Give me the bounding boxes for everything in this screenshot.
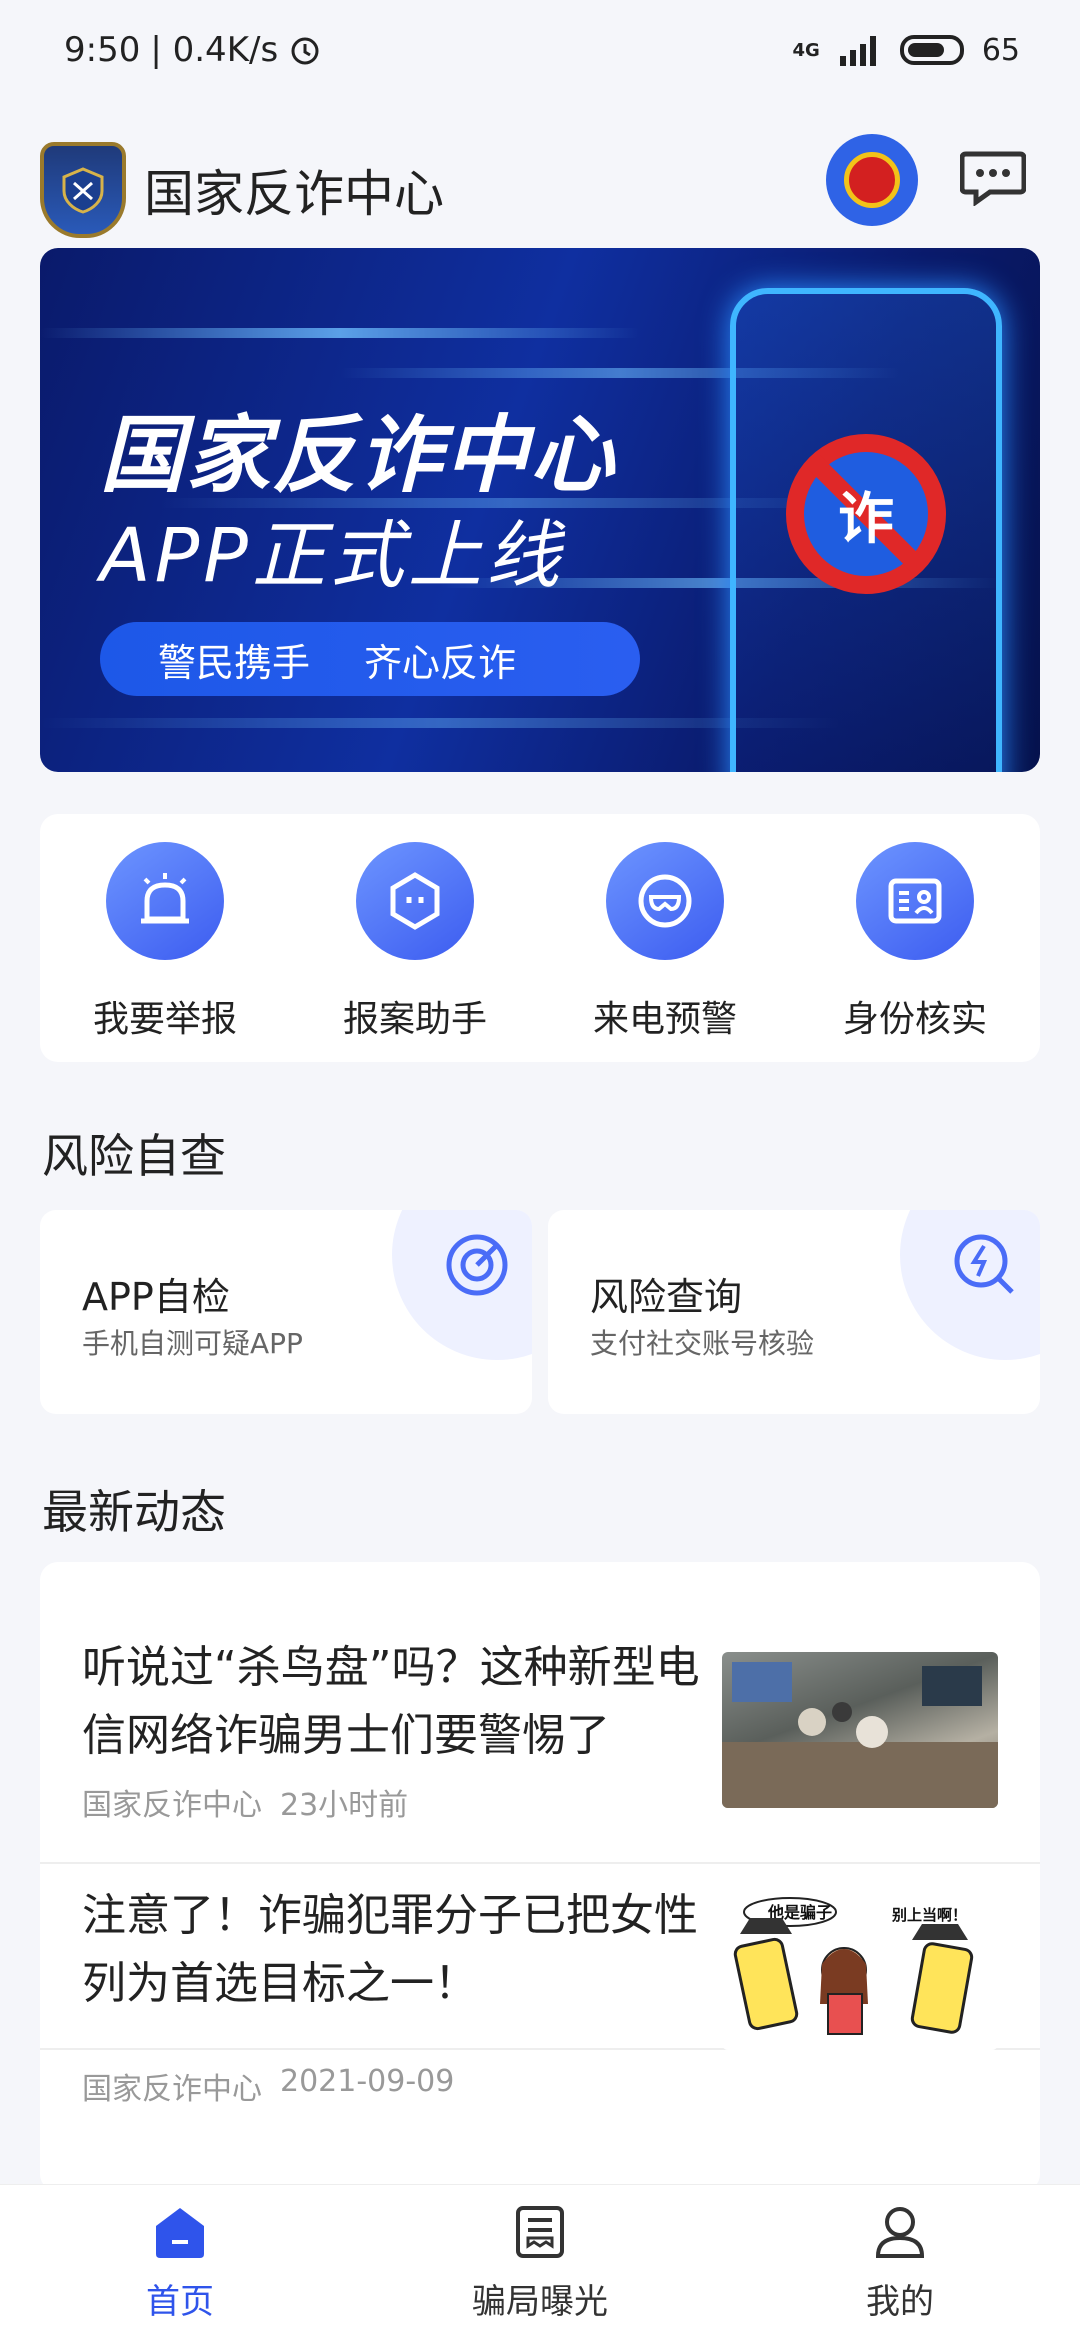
app-title: 国家反诈中心 [144, 165, 444, 223]
app-logo [40, 142, 126, 238]
promo-banner[interactable]: 诈 国家反诈中心 APP正式上线 警民携手 齐心反诈 [40, 248, 1040, 772]
section-title-risk: 风险自查 [42, 1129, 226, 1183]
alarm-clock-icon [291, 37, 319, 65]
id-card-icon [856, 842, 974, 960]
banner-subtitle: APP正式上线 [100, 513, 564, 599]
news-time: 23小时前 [280, 1788, 409, 1823]
shield-icon [62, 167, 104, 214]
network-speed: | 0.4K/s [150, 30, 279, 70]
card-title: APP自检 [82, 1275, 230, 1319]
tab-label: 首页 [146, 2281, 214, 2322]
card-subtitle: 支付社交账号核验 [590, 1327, 815, 1360]
police-emblem-button[interactable] [826, 134, 918, 226]
card-subtitle: 手机自测可疑APP [82, 1327, 303, 1360]
quick-label: 我要举报 [92, 999, 237, 1040]
news-list: 听说过“杀鸟盘”吗？这种新型电信网络诈骗男士们要警惕了 国家反诈中心 23小时前… [40, 1562, 1040, 2192]
quick-label: 报案助手 [342, 999, 487, 1040]
section-title-news: 最新动态 [42, 1485, 226, 1539]
badge-char: 诈 [838, 486, 894, 552]
hexagon-face-icon [356, 842, 474, 960]
card-title: 风险查询 [590, 1275, 743, 1319]
app-self-check-card[interactable]: APP自检 手机自测可疑APP [40, 1210, 532, 1414]
tab-home[interactable]: 首页 [60, 2204, 300, 2323]
news-thumbnail [722, 1652, 998, 1808]
status-bar: 9:50 | 0.4K/s 4G 65 [0, 0, 1080, 100]
message-icon[interactable] [960, 150, 1026, 206]
network-type: 4G [792, 39, 820, 61]
report-button[interactable]: 我要举报 [65, 842, 265, 1042]
quick-label: 身份核实 [842, 999, 987, 1040]
bottom-tab-bar: 首页 骗局曝光 我的 [0, 2184, 1080, 2341]
news-meta: 国家反诈中心 2021-09-09 [82, 2064, 454, 2108]
app-header: 国家反诈中心 [40, 130, 1040, 250]
no-fraud-sign-icon: 诈 [786, 434, 946, 594]
lightning-search-icon [954, 1234, 1014, 1294]
battery-level: 65 [981, 32, 1020, 68]
banner-slogan: 警民携手 齐心反诈 [100, 622, 640, 696]
target-icon [446, 1234, 508, 1296]
mask-icon [606, 842, 724, 960]
news-meta: 国家反诈中心 23小时前 [82, 1780, 408, 1824]
home-icon [156, 2207, 204, 2258]
signal-icon [839, 36, 876, 66]
case-assistant-button[interactable]: 报案助手 [315, 842, 515, 1042]
alarm-icon [106, 842, 224, 960]
user-icon [875, 2206, 925, 2258]
thumb-text-2: 别上当啊！ [891, 1906, 967, 1924]
tab-label: 我的 [866, 2281, 934, 2322]
status-time: 9:50 [64, 30, 141, 70]
news-item[interactable]: 听说过“杀鸟盘”吗？这种新型电信网络诈骗男士们要警惕了 国家反诈中心 23小时前 [40, 1562, 1040, 1864]
tab-mine[interactable]: 我的 [780, 2204, 1020, 2323]
battery-icon [899, 35, 964, 65]
news-source: 国家反诈中心 [82, 2072, 262, 2107]
quick-label: 来电预警 [592, 999, 737, 1040]
police-emblem-icon [844, 152, 900, 208]
document-icon [516, 2205, 564, 2258]
news-time: 2021-09-09 [280, 2064, 455, 2099]
tab-scam-exposure[interactable]: 骗局曝光 [420, 2204, 660, 2323]
banner-title: 国家反诈中心 [100, 406, 617, 504]
risk-query-card[interactable]: 风险查询 支付社交账号核验 [548, 1210, 1040, 1414]
news-thumbnail: 他是骗子 别上当啊！ [722, 1894, 998, 2050]
call-warning-button[interactable]: 来电预警 [565, 842, 765, 1042]
slogan-2: 齐心反诈 [364, 640, 517, 685]
news-item[interactable]: 注意了！诈骗犯罪分子已把女性列为首选目标之一！ 国家反诈中心 2021-09-0… [40, 1864, 1040, 2107]
news-source: 国家反诈中心 [82, 1788, 262, 1823]
news-title: 听说过“杀鸟盘”吗？这种新型电信网络诈骗男士们要警惕了 [82, 1642, 700, 1761]
slogan-1: 警民携手 [158, 640, 311, 685]
identity-verify-button[interactable]: 身份核实 [815, 842, 1015, 1042]
tab-label: 骗局曝光 [472, 2281, 608, 2322]
quick-actions: 我要举报 报案助手 来电预警 身份核实 [40, 814, 1040, 1062]
news-title: 注意了！诈骗犯罪分子已把女性列为首选目标之一！ [82, 1890, 698, 2009]
